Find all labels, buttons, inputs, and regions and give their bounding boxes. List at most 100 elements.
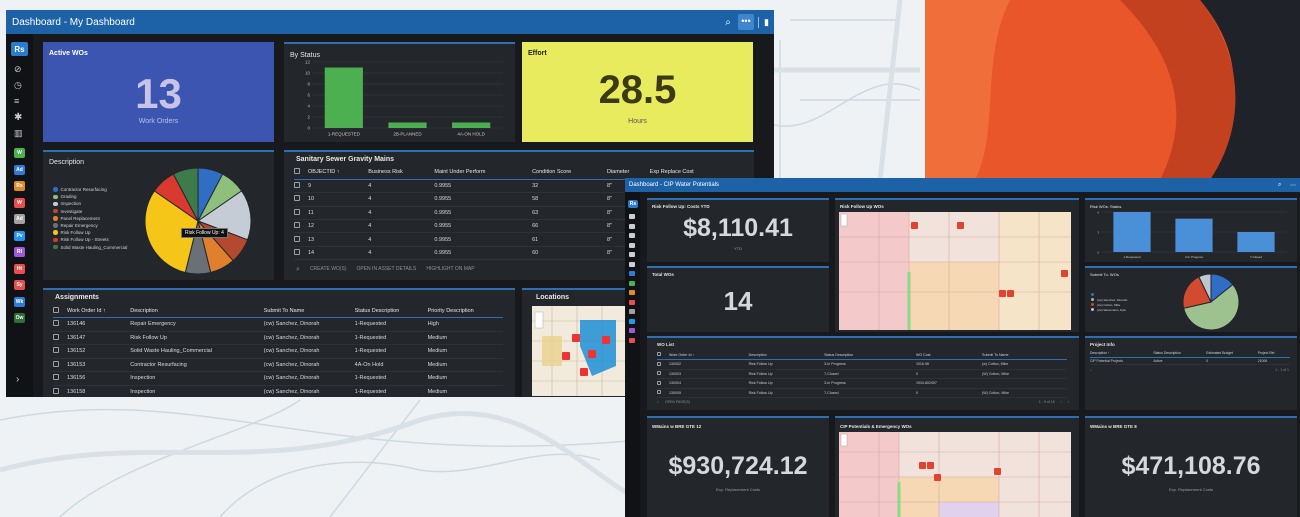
search-icon[interactable]: ⌕ [296,266,300,274]
row-checkbox[interactable] [53,347,59,354]
legend-item[interactable]: Investigate [53,208,127,215]
map-toggle-icon[interactable]: ▮ [758,16,774,28]
column-header[interactable]: Condition Score [532,166,607,179]
column-header[interactable]: Maint Under Perform [434,166,532,179]
row-checkbox[interactable] [657,390,661,395]
legend-item[interactable]: (cw) Sanchez, Dinorah [1091,297,1127,302]
sidebar-app-badge[interactable]: W [14,197,25,208]
sidebar-app-badge[interactable]: Wk [14,296,25,307]
search-icon[interactable]: ⌕ [1090,368,1275,372]
legend-item[interactable]: Risk Follow Up - Streets [53,236,127,243]
select-all-checkbox[interactable] [53,306,59,313]
sidebar-app-badge[interactable]: Ow [14,313,25,323]
column-header[interactable]: Status Description [355,304,428,318]
column-header[interactable]: Description [749,350,824,360]
table-row[interactable]: 130002 Risk Follow Up 3-In Progress 1016.98… [657,360,1067,369]
legend-item[interactable]: Inspection [53,200,127,207]
column-header[interactable]: Status Description [1153,350,1206,357]
row-checkbox[interactable] [294,222,300,229]
row-checkbox[interactable] [657,380,661,385]
row-checkbox[interactable] [294,235,300,242]
legend-item[interactable]: Panel Replacement [53,215,127,222]
table-row[interactable]: 136158 Inspection (cw) Sanchez, Dinorah 1-R… [53,385,503,397]
table-row[interactable]: 130003 Risk Follow Up 7-Closed 0 (W) Cotton,… [657,369,1067,379]
bar[interactable] [1237,232,1275,252]
row-checkbox[interactable] [294,249,300,256]
sidebar-app-badge[interactable] [629,299,635,305]
bar[interactable] [1175,218,1213,252]
sidebar-app-badge[interactable]: Rs [14,181,25,191]
highlight-on-map-button[interactable]: HIGHLIGHT ON MAP [426,266,474,274]
bar[interactable] [324,67,363,129]
bar[interactable] [452,122,491,129]
more-options-icon[interactable]: ⋯ [1290,182,1300,189]
row-checkbox[interactable] [53,374,59,381]
row-checkbox[interactable] [657,371,661,376]
bar[interactable] [388,122,427,129]
sidebar-app-badge[interactable]: Rl [14,247,25,257]
row-checkbox[interactable] [294,182,300,189]
app-logo[interactable]: Rs [628,200,638,208]
table-row[interactable]: 136146 Repair Emergency (cw) Sanchez, Dino… [53,318,503,331]
row-checkbox[interactable] [53,320,59,327]
column-header[interactable]: Submit To Name [264,304,355,318]
sidebar-app-badge[interactable] [629,271,635,276]
legend-item[interactable]: Solid Waste Hauling_Commercial [53,244,127,251]
bar[interactable] [1113,212,1151,252]
search-icon[interactable]: ⌕ [718,17,738,28]
legend-item[interactable]: Contractor Resurfacing [53,186,127,193]
settings-sliders-icon[interactable]: ≡ [14,96,19,106]
gear-icon[interactable]: ✱ [14,112,22,123]
open-asset-details-button[interactable]: OPEN IN ASSET DETAILS [357,266,417,274]
legend-item[interactable]: Grading [53,193,127,200]
sidebar-app-badge[interactable] [629,223,635,229]
table-row[interactable]: 130005 Risk Follow Up 7-Closed 0 (W) Cotton,… [657,388,1067,398]
row-checkbox[interactable] [53,360,59,367]
app-logo[interactable]: Rs [11,42,28,56]
sidebar-app-badge[interactable] [629,337,635,343]
column-header[interactable]: Description ↑ [1090,350,1153,357]
legend-item[interactable]: Risk Follow Up [53,229,127,236]
table-row[interactable]: 136153 Contractor Resurfacing (cw) Sanchez… [53,358,503,372]
search-icon[interactable]: ⌕ [657,400,659,404]
sidebar-app-badge[interactable] [629,252,635,257]
column-header[interactable]: Estimated Budget [1206,350,1257,357]
sidebar-app-badge[interactable] [629,290,635,295]
column-header[interactable]: Status Description [824,350,916,360]
column-header[interactable]: Description [130,304,264,318]
table-row[interactable]: CIP Potential Projects Active 0 21006 [1090,357,1290,364]
create-wo-button[interactable]: CREATE WO(S) [310,266,347,274]
sidebar-app-badge[interactable]: Pv [14,230,25,241]
sidebar-app-badge[interactable] [629,309,635,314]
sidebar-app-badge[interactable] [629,242,635,248]
history-icon[interactable]: ◷ [14,80,22,91]
column-header[interactable]: Submit To Name [982,350,1067,360]
sidebar-app-badge[interactable] [629,233,635,238]
legend-item[interactable]: Repair Emergency [53,222,127,229]
sidebar-app-badge[interactable] [629,328,635,333]
table-row[interactable]: 136152 Solid Waste Hauling_Commercial (cw)… [53,345,503,358]
open-pages-button[interactable]: OPEN PAGE(S) [665,400,1033,404]
sidebar-app-badge[interactable]: Ad [14,164,25,175]
table-row[interactable]: 130004 Risk Follow Up 3-In Progress 1934.80… [657,379,1067,388]
column-header[interactable]: Work Order Id ↑ [669,350,749,360]
risk-wos-map[interactable] [839,212,1071,330]
column-header[interactable]: Project Ret [1258,350,1290,357]
sidebar-app-badge[interactable] [629,261,635,267]
search-icon[interactable]: ⌕ [1278,182,1290,189]
locations-map[interactable] [532,306,632,396]
column-header[interactable]: WO Cost [916,350,982,360]
column-header[interactable]: Priority Description [428,304,503,318]
sidebar-app-badge[interactable]: W [14,148,25,158]
select-all-checkbox[interactable] [657,352,661,356]
sidebar-app-badge[interactable]: Ht [14,263,25,274]
row-checkbox[interactable] [53,387,59,394]
table-row[interactable]: 136156 Inspection (cw) Sanchez, Dinorah 1-R… [53,372,503,385]
column-header[interactable]: Work Order Id ↑ [67,304,130,318]
sidebar-app-badge[interactable] [629,214,635,219]
sidebar-app-badge[interactable]: Ad [14,214,25,224]
column-header[interactable]: OBJECTID ↑ [308,166,368,179]
row-checkbox[interactable] [294,208,300,215]
sidebar-app-badge[interactable] [629,318,635,324]
select-all-checkbox[interactable] [294,168,300,175]
